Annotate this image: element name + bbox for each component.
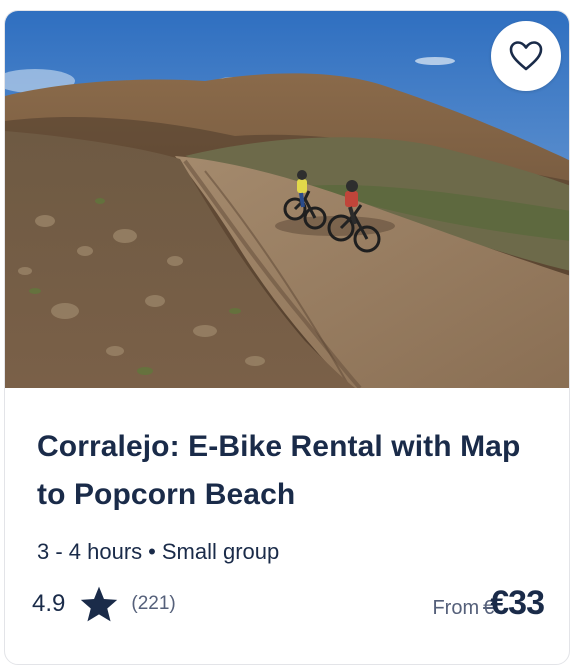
heart-icon: [509, 41, 543, 71]
price-amount: €33: [490, 584, 545, 622]
card-content: Corralejo: E-Bike Rental with Map to Pop…: [37, 388, 545, 567]
activity-photo: [5, 11, 569, 388]
group-size-text: Small group: [161, 539, 280, 564]
activity-image[interactable]: [5, 11, 569, 388]
price-prefix: From: [432, 597, 480, 619]
activity-card[interactable]: Corralejo: E-Bike Rental with Map to Pop…: [4, 10, 570, 665]
activity-meta: 3 - 4 hours • Small group: [37, 537, 545, 567]
rating-row: 4.9 (221): [32, 585, 176, 623]
duration-text: 3 - 4 hours: [37, 539, 143, 564]
rating-score: 4.9: [32, 590, 66, 617]
price-block: From € €33: [432, 584, 545, 623]
star-icon: [79, 585, 119, 623]
meta-separator: •: [148, 539, 156, 564]
review-count: (221): [131, 593, 176, 614]
favorite-button[interactable]: [491, 21, 561, 91]
activity-title[interactable]: Corralejo: E-Bike Rental with Map to Pop…: [37, 423, 545, 519]
